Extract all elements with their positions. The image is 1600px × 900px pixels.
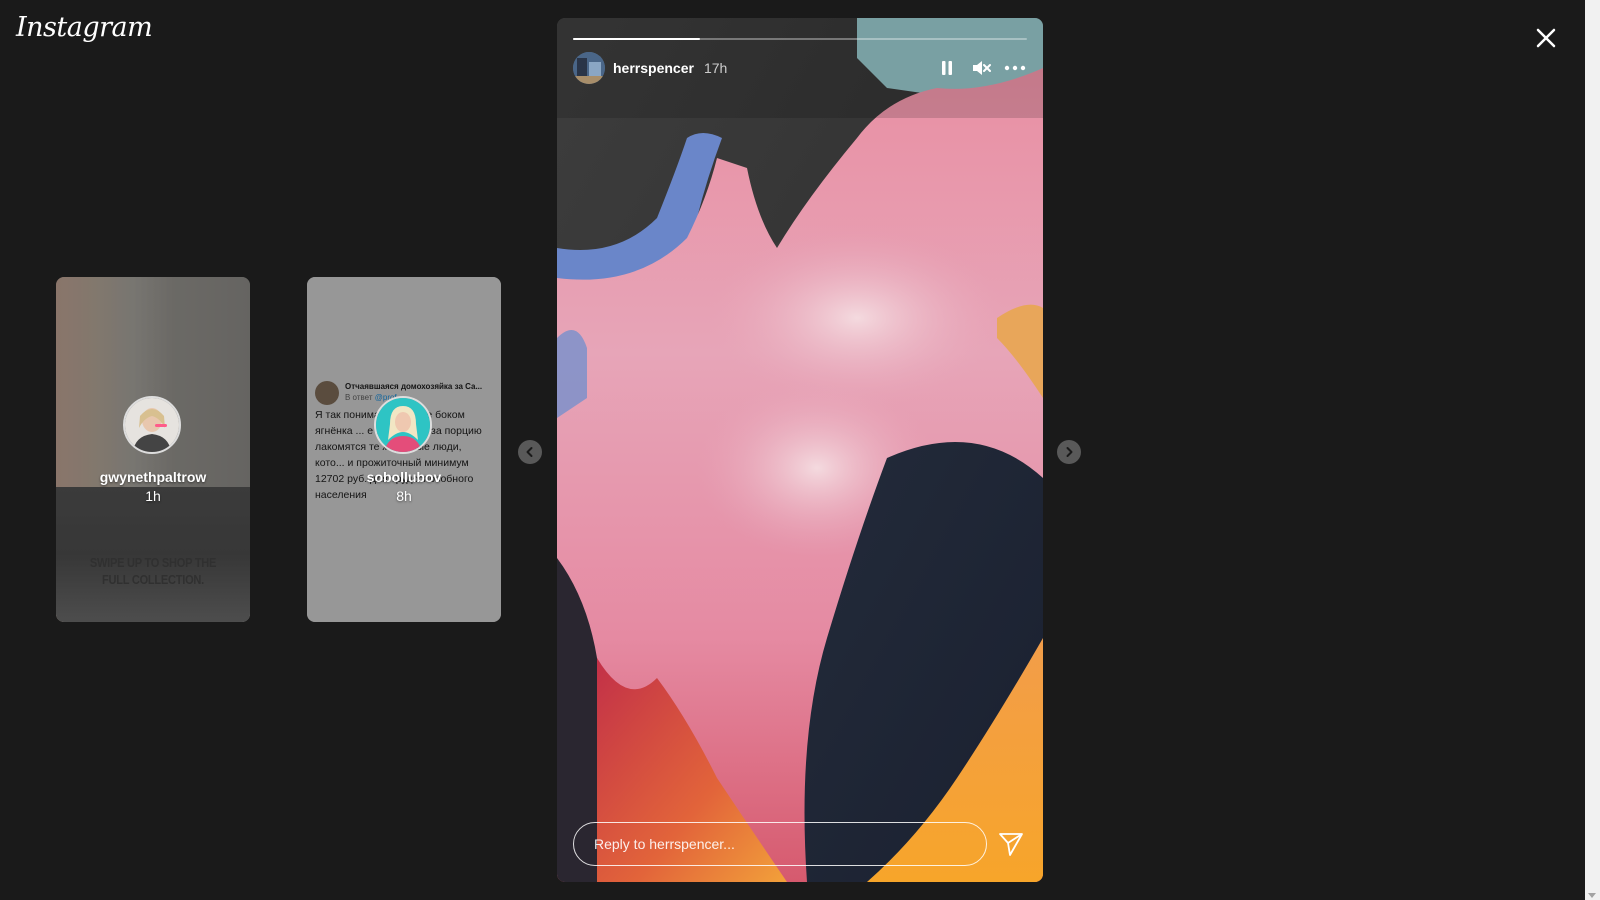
reply-input[interactable]	[573, 822, 987, 866]
story-timestamp: 17h	[703, 60, 728, 76]
avatar	[123, 396, 181, 454]
active-story[interactable]: herrspencer 17h	[557, 18, 1043, 882]
instagram-logo[interactable]: Instagram	[16, 12, 153, 43]
story-progress-bar	[573, 38, 1027, 40]
chevron-left-icon[interactable]	[518, 440, 542, 464]
paper-plane-icon[interactable]	[997, 830, 1025, 858]
close-icon[interactable]	[1530, 22, 1562, 54]
story-viewer-page: Instagram SWIPE UP TO SHOP THE FULL COLL…	[0, 0, 1600, 900]
reply-bar	[573, 822, 1027, 866]
story-header: herrspencer 17h	[573, 52, 1027, 84]
preview-timestamp: 1h	[145, 488, 161, 504]
avatar	[374, 396, 432, 454]
more-options-icon[interactable]	[1003, 56, 1027, 80]
story-username[interactable]: herrspencer	[613, 60, 694, 76]
preview-timestamp: 8h	[396, 488, 412, 504]
story-preview-sobollubov[interactable]: Отчаявшаяся домохозяйка за Са... В ответ…	[307, 277, 501, 622]
muted-speaker-icon[interactable]	[969, 56, 993, 80]
page-scrollbar[interactable]	[1585, 0, 1600, 900]
story-preview-gwynethpaltrow[interactable]: SWIPE UP TO SHOP THE FULL COLLECTION. gw…	[56, 277, 250, 622]
chevron-right-icon[interactable]	[1057, 440, 1081, 464]
avatar[interactable]	[573, 52, 605, 84]
preview-username: sobollubov	[366, 469, 442, 485]
scroll-down-arrow-icon[interactable]	[1588, 893, 1596, 898]
story-image	[557, 18, 1043, 882]
preview-username: gwynethpaltrow	[99, 469, 207, 485]
pause-icon[interactable]	[935, 56, 959, 80]
story-controls	[935, 56, 1027, 80]
story-progress-fill	[573, 38, 701, 40]
